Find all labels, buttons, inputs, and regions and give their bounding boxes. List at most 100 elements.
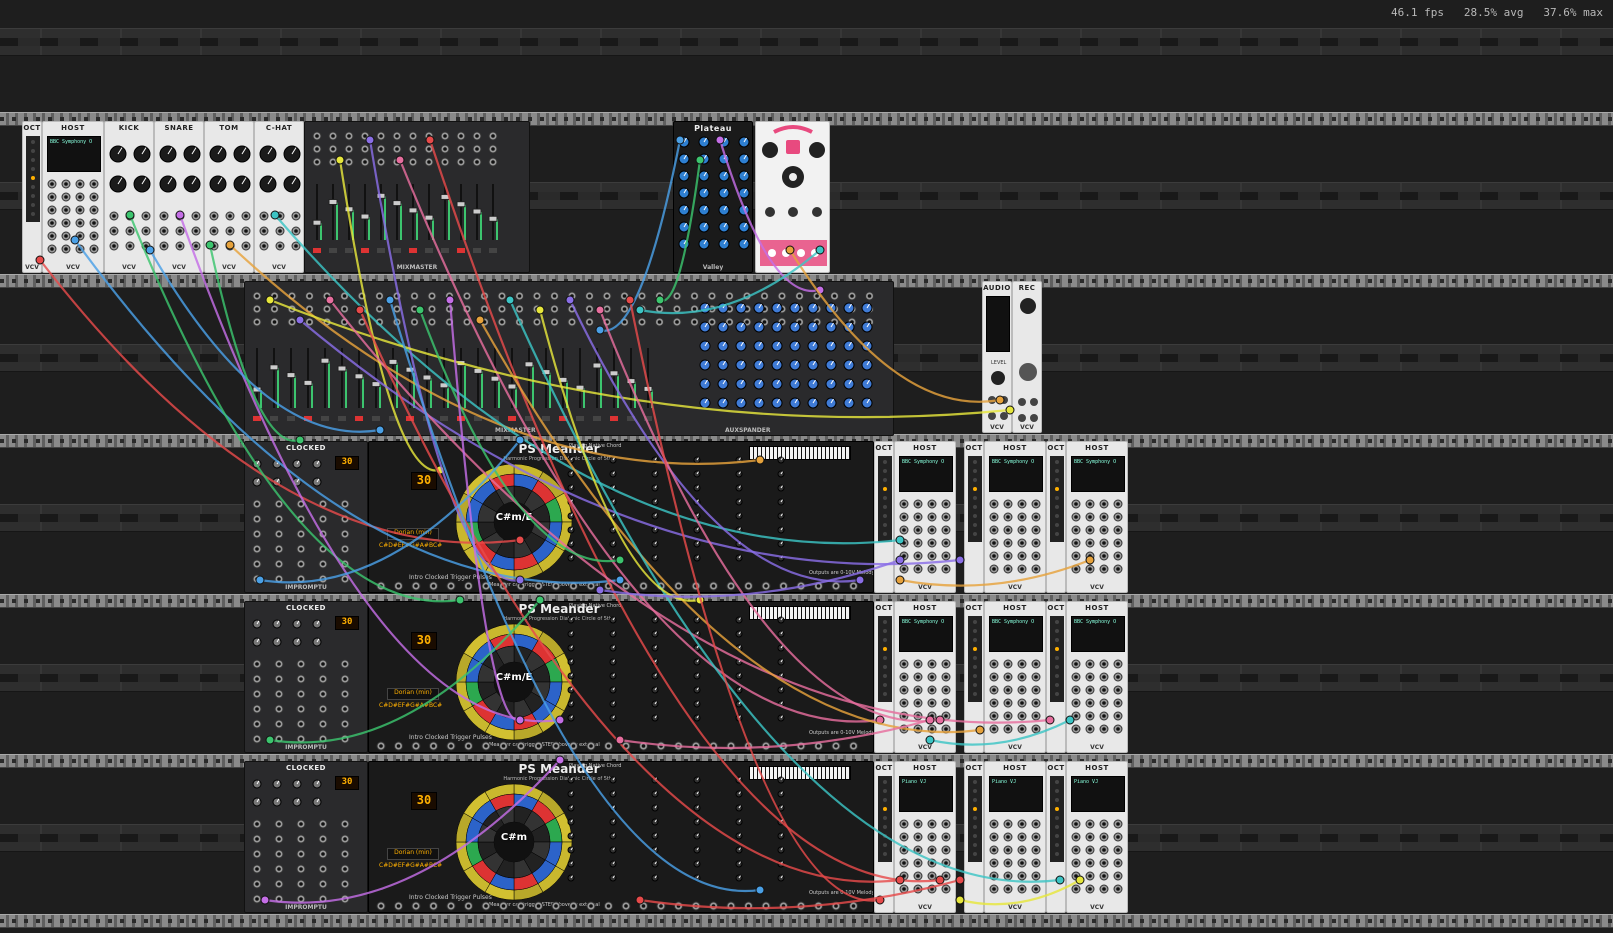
host-module[interactable]: HOST Piano VJ VCV bbox=[984, 761, 1046, 913]
kick-jacks[interactable] bbox=[105, 122, 154, 273]
module-brand: IMPROMPTU bbox=[285, 744, 327, 751]
audio-controls[interactable] bbox=[983, 282, 1012, 433]
host-module[interactable]: HOST BBC Symphony O VCV bbox=[1066, 601, 1128, 753]
oct-controls[interactable] bbox=[1047, 762, 1066, 913]
module-brand: VCV bbox=[1020, 424, 1034, 431]
module-brand: VCV bbox=[222, 264, 236, 271]
host-module[interactable]: HOST Piano VJ VCV bbox=[894, 761, 956, 913]
mixmaster-faders[interactable] bbox=[305, 122, 530, 273]
meander-module[interactable]: PS Meander Harmonic Progression Diatonic… bbox=[368, 601, 874, 753]
mixmaster-module-main[interactable]: MIXMASTER AUXSPANDER bbox=[244, 281, 894, 436]
rack-row-band bbox=[0, 28, 1613, 56]
oct-controls[interactable] bbox=[965, 762, 984, 913]
module-brand: VCV bbox=[1008, 904, 1022, 911]
host-jacks[interactable] bbox=[985, 762, 1046, 913]
clocked-module[interactable]: CLOCKED 30 IMPROMPTU bbox=[244, 761, 368, 913]
chat-jacks[interactable] bbox=[255, 122, 304, 273]
host-jacks[interactable] bbox=[43, 122, 104, 273]
oct-module[interactable]: OCT bbox=[964, 761, 984, 913]
host-module[interactable]: HOST BBC Symphony O VCV bbox=[1066, 441, 1128, 593]
audio-module[interactable]: AUDIO LEVEL VCV bbox=[982, 281, 1012, 433]
host-jacks[interactable] bbox=[1067, 762, 1128, 913]
host-module[interactable]: HOST BBC Symphony O VCV bbox=[894, 601, 956, 753]
oct-module[interactable]: OCT bbox=[874, 761, 894, 913]
host-module[interactable]: HOST Piano VJ VCV bbox=[1066, 761, 1128, 913]
kick-module[interactable]: KICK VCV bbox=[104, 121, 154, 273]
snare-jacks[interactable] bbox=[155, 122, 204, 273]
module-brand: VCV bbox=[918, 744, 932, 751]
oct-controls[interactable] bbox=[875, 602, 894, 753]
performance-readout: 46.1 fps 28.5% avg 37.6% max bbox=[1391, 6, 1603, 19]
host-jacks[interactable] bbox=[985, 442, 1046, 593]
snare-module[interactable]: SNARE VCV bbox=[154, 121, 204, 273]
oct-module[interactable]: OCT bbox=[964, 601, 984, 753]
oct-controls[interactable] bbox=[1047, 602, 1066, 753]
module-brand: VCV bbox=[1090, 744, 1104, 751]
host-jacks[interactable] bbox=[895, 602, 956, 753]
meander-module[interactable]: PS Meander Harmonic Progression Diatonic… bbox=[368, 761, 874, 913]
module-brand: VCV bbox=[1090, 904, 1104, 911]
oct-module[interactable]: OCT VCV bbox=[22, 121, 42, 273]
host-module[interactable]: HOST BBC Symphony O VCV bbox=[894, 441, 956, 593]
module-brand: VCV bbox=[25, 264, 39, 271]
clocked-jacks[interactable] bbox=[245, 602, 368, 753]
clocked-jacks[interactable] bbox=[245, 762, 368, 913]
meander-param-knobs[interactable] bbox=[369, 442, 874, 593]
module-brand: VCV bbox=[918, 584, 932, 591]
module-brand: VCV bbox=[272, 264, 286, 271]
mixmaster-module-top[interactable]: MIXMASTER bbox=[304, 121, 530, 273]
module-brand: VCV bbox=[990, 424, 1004, 431]
cpu-avg: 28.5% avg bbox=[1463, 6, 1524, 19]
module-brand: MIXMASTER bbox=[396, 264, 438, 271]
module-brand: IMPROMPTU bbox=[285, 904, 327, 911]
plateau-module[interactable]: Plateau Valley bbox=[673, 121, 753, 273]
effect-module[interactable] bbox=[755, 121, 830, 273]
host-jacks[interactable] bbox=[1067, 602, 1128, 753]
host-module[interactable]: HOST BBC Symphony O VCV bbox=[984, 601, 1046, 753]
oct-controls[interactable] bbox=[875, 762, 894, 913]
oct-controls[interactable] bbox=[965, 602, 984, 753]
oct-module[interactable]: OCT bbox=[964, 441, 984, 593]
rec-module[interactable]: REC VCV bbox=[1012, 281, 1042, 433]
module-brand: VCV bbox=[1008, 584, 1022, 591]
cpu-max: 37.6% max bbox=[1543, 6, 1603, 19]
oct-module[interactable]: OCT bbox=[1046, 761, 1066, 913]
host-jacks[interactable] bbox=[895, 762, 956, 913]
module-brand: VCV bbox=[1090, 584, 1104, 591]
tom-module[interactable]: TOM VCV bbox=[204, 121, 254, 273]
plateau-knobs[interactable] bbox=[674, 122, 753, 273]
host-jacks[interactable] bbox=[1067, 442, 1128, 593]
module-brand: VCV bbox=[172, 264, 186, 271]
oct-module[interactable]: OCT bbox=[1046, 441, 1066, 593]
module-brand: Valley bbox=[702, 264, 724, 271]
auxspander-knobs[interactable] bbox=[245, 282, 894, 436]
rec-controls[interactable] bbox=[1013, 282, 1042, 433]
oct-module[interactable]: OCT bbox=[1046, 601, 1066, 753]
clocked-jacks[interactable] bbox=[245, 442, 368, 593]
host-module[interactable]: HOST BBC Symphony O VCV bbox=[42, 121, 104, 273]
host-module[interactable]: HOST BBC Symphony O VCV bbox=[984, 441, 1046, 593]
meander-param-knobs[interactable] bbox=[369, 762, 874, 913]
effect-controls[interactable] bbox=[756, 122, 830, 273]
oct-module[interactable]: OCT bbox=[874, 601, 894, 753]
clocked-module[interactable]: CLOCKED 30 IMPROMPTU bbox=[244, 441, 368, 593]
rack-rail bbox=[0, 914, 1613, 928]
meander-module[interactable]: PS Meander Harmonic Progression Diatonic… bbox=[368, 441, 874, 593]
tom-jacks[interactable] bbox=[205, 122, 254, 273]
module-brand: IMPROMPTU bbox=[285, 584, 327, 591]
rack-canvas[interactable]: 46.1 fps 28.5% avg 37.6% max OCT VCV HOS… bbox=[0, 0, 1613, 933]
host-jacks[interactable] bbox=[895, 442, 956, 593]
fps-value: 46.1 fps bbox=[1391, 6, 1445, 19]
host-jacks[interactable] bbox=[985, 602, 1046, 753]
chat-module[interactable]: C-HAT VCV bbox=[254, 121, 304, 273]
module-brand: VCV bbox=[1008, 744, 1022, 751]
oct-controls[interactable] bbox=[965, 442, 984, 593]
meander-param-knobs[interactable] bbox=[369, 602, 874, 753]
module-brand: VCV bbox=[918, 904, 932, 911]
module-label: AUXSPANDER bbox=[725, 427, 771, 434]
oct-module[interactable]: OCT bbox=[874, 441, 894, 593]
clocked-module[interactable]: CLOCKED 30 IMPROMPTU bbox=[244, 601, 368, 753]
oct-controls[interactable] bbox=[23, 122, 42, 273]
oct-controls[interactable] bbox=[875, 442, 894, 593]
oct-controls[interactable] bbox=[1047, 442, 1066, 593]
